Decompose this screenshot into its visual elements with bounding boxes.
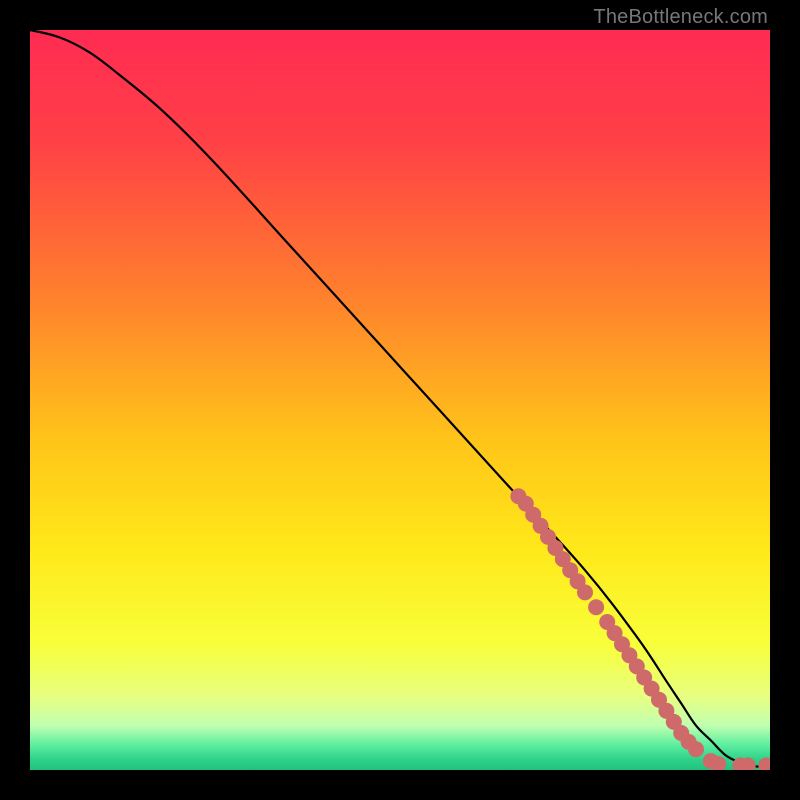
marker-dot xyxy=(577,584,593,600)
attribution-label: TheBottleneck.com xyxy=(593,6,768,29)
bottleneck-curve xyxy=(30,30,770,767)
marker-dot xyxy=(688,741,704,757)
marker-dot xyxy=(758,758,770,770)
plot-area xyxy=(30,30,770,770)
chart-overlay xyxy=(30,30,770,770)
marker-group xyxy=(510,488,770,770)
marker-dot xyxy=(588,599,604,615)
chart-stage: TheBottleneck.com xyxy=(0,0,800,800)
